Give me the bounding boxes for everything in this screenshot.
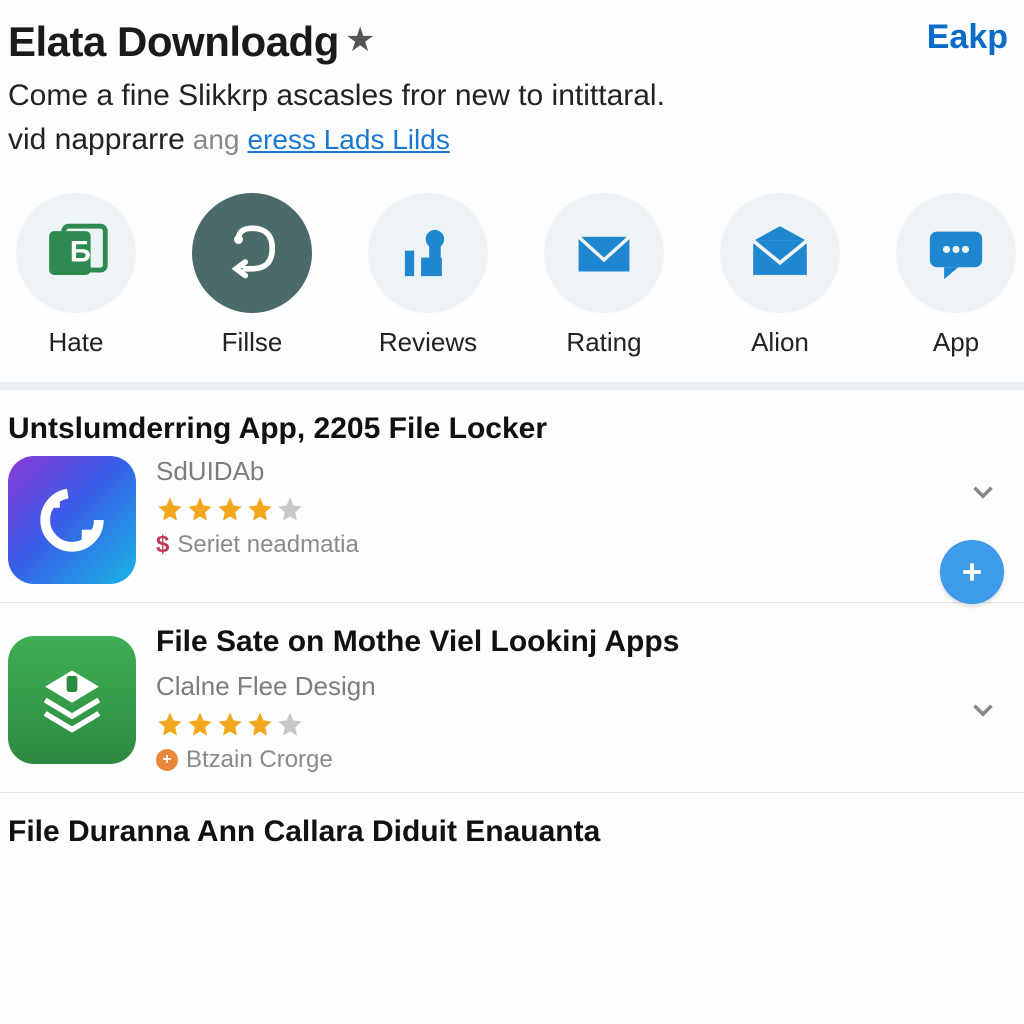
app-title: Untslumderring App, 2205 File Locker [8,412,1008,446]
category-label: App [933,327,979,358]
category-alion[interactable]: Alion [712,193,848,358]
b-card-icon: Б [16,193,136,313]
subtitle-line2-muted: ang [193,120,240,161]
app-title-partial: File Duranna Ann Callara Diduit Enauanta [0,793,1024,871]
subtitle-block: Come a fine Slikkrp ascasles fror new to… [0,74,1024,185]
category-hate[interactable]: Б Hate [8,193,144,358]
mail-flap-icon [720,193,840,313]
category-label: Rating [566,327,641,358]
app-tag: + Btzain Crorge [156,746,1008,774]
chevron-down-icon[interactable] [966,475,1000,514]
category-label: Fillse [222,327,283,358]
mail-icon [544,193,664,313]
star-icon: ★ [345,20,375,60]
chat-icon [896,193,1016,313]
app-rating-stars [156,710,1008,738]
dollar-icon: $ [156,531,169,559]
category-label: Reviews [379,327,477,358]
app-list-item[interactable]: Untslumderring App, 2205 File Locker SdU… [0,390,1024,603]
app-title: File Sate on Mothe Viel Lookinj Apps [156,625,1008,659]
subtitle-line1: Come a fine Slikkrp ascasles fror new to… [8,74,1016,118]
app-tag-text: Btzain Crorge [186,746,333,774]
app-list-item[interactable]: File Sate on Mothe Viel Lookinj Apps Cla… [0,603,1024,793]
category-rating[interactable]: Rating [536,193,672,358]
subtitle-link[interactable]: eress Lads Lilds [247,120,449,161]
category-app[interactable]: App [888,193,1024,358]
subtitle-line2-plain: vid napprarre [8,118,185,162]
header-action-link[interactable]: Eakp [927,18,1008,57]
app-tag: $ Seriet neadmatia [156,531,1008,559]
app-icon [8,456,136,584]
app-developer: SdUIDAb [156,456,1008,487]
chevron-down-icon[interactable] [966,693,1000,732]
category-reviews[interactable]: Reviews [360,193,496,358]
page-title: Elata Downloadg [8,18,339,66]
svg-text:Б: Б [70,237,91,269]
category-fillse[interactable]: Fillse [184,193,320,358]
chart-person-icon [368,193,488,313]
app-tag-text: Seriet neadmatia [177,531,358,559]
plus-badge-icon: + [156,749,178,771]
app-rating-stars [156,495,1008,523]
category-label: Hate [49,327,104,358]
page-title-wrap: Elata Downloadg ★ [8,18,375,66]
app-icon [8,636,136,764]
category-row: Б Hate Fillse Reviews Rating Alion App [0,185,1024,390]
app-developer: Clalne Flee Design [156,671,1008,702]
category-label: Alion [751,327,809,358]
hook-icon [192,193,312,313]
add-button[interactable] [940,540,1004,604]
